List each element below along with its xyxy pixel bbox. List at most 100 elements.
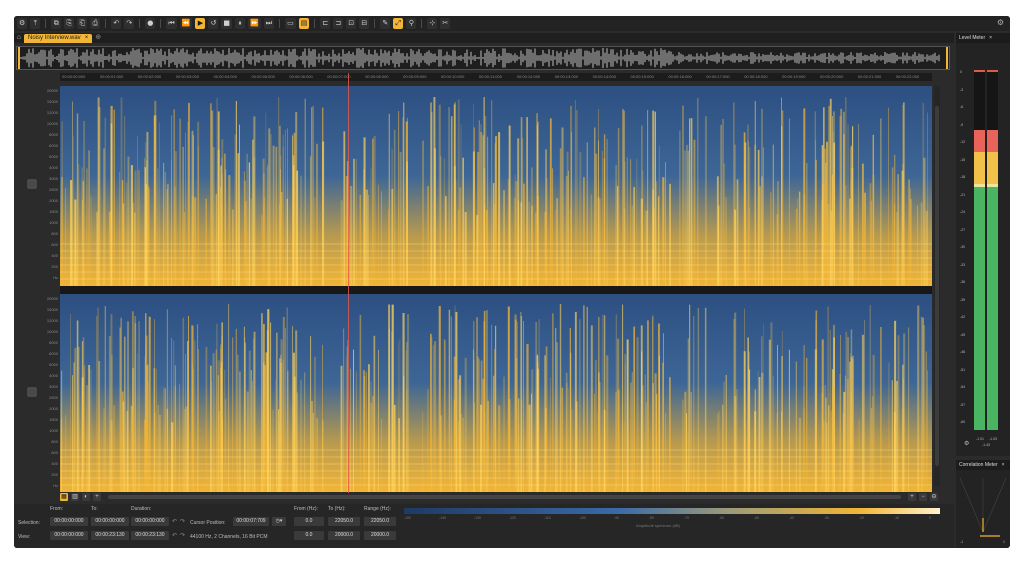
spectrogram-channel-2[interactable] [60, 294, 932, 492]
zoom-button[interactable]: ⚲ [406, 18, 417, 29]
spectral-energy-streak [96, 211, 98, 286]
select-rect-button[interactable]: ⊡ [346, 18, 357, 29]
zoom-fit-icon[interactable]: ⊖ [930, 492, 938, 501]
settings-gear-icon[interactable]: ⚙ [997, 18, 1004, 27]
spectrogram-channel-1[interactable] [60, 86, 932, 286]
resize-button[interactable]: ⤢ [393, 18, 404, 29]
waveform-view-button[interactable]: ▥ [71, 492, 79, 501]
file-tab-label: Noisy Interview.wav [28, 34, 81, 41]
frequency-axis-label: 20000 [46, 88, 58, 93]
frequency-axis-label: 2500 [49, 395, 58, 400]
undo-selection-icon[interactable]: ↶ [172, 518, 177, 525]
selection-range-hz-field[interactable]: 22050.0 [364, 517, 396, 526]
redo-button[interactable]: ↷ [124, 18, 135, 29]
view-from-field[interactable]: 00:00:00:000 [50, 531, 88, 540]
view-to-hz-field[interactable]: 20000.0 [328, 531, 360, 540]
settings-button[interactable]: ⚙ [17, 18, 28, 29]
rewind-button[interactable]: ⏪ [179, 18, 193, 29]
record-button[interactable]: ● [145, 18, 156, 29]
import-button[interactable]: ⤒ [30, 18, 41, 29]
spectral-energy-streak [754, 389, 756, 492]
view-duration-field[interactable]: 00:00:23:130 [131, 531, 169, 540]
copy-button[interactable]: ⧉ [51, 18, 62, 29]
fast-forward-button[interactable]: ⏩ [248, 18, 261, 29]
spectral-energy-streak [448, 107, 450, 286]
add-tab-icon[interactable]: ⊕ [95, 34, 103, 42]
redo-view-icon[interactable]: ↷ [180, 532, 185, 539]
channel-1-toggle-button[interactable] [27, 179, 37, 189]
pencil-button[interactable]: ✎ [380, 18, 391, 29]
paste-button[interactable]: ⎘ [64, 18, 75, 29]
level-meter-scale-label: -21 [960, 192, 966, 197]
spectral-energy-streak [270, 322, 272, 492]
contrast-icon[interactable]: ◐ [82, 492, 90, 501]
file-tab[interactable]: Noisy Interview.wav × [24, 33, 93, 43]
time-format-clock-icon[interactable]: ◷▾ [272, 517, 286, 526]
redo-selection-icon[interactable]: ↷ [180, 518, 185, 525]
close-tab-icon[interactable]: × [85, 34, 89, 43]
heal-button[interactable]: ⊹ [427, 18, 438, 29]
harmonic-band [60, 250, 932, 252]
spectral-energy-streak [310, 336, 312, 492]
view-from-hz-field[interactable]: 0.0 [294, 531, 324, 540]
horizontal-scrollbar[interactable] [108, 494, 901, 499]
vertical-scroll-thumb[interactable] [935, 106, 939, 466]
view-to-field[interactable]: 00:00:23:130 [91, 531, 129, 540]
zoom-in-horizontal-icon[interactable]: + [908, 492, 916, 501]
spectral-energy-streak [237, 153, 239, 286]
from-hz-label: From (Hz): [294, 506, 318, 512]
selection-from-hz-field[interactable]: 0.0 [294, 517, 324, 526]
selection-duration-field[interactable]: 00:00:00:000 [131, 517, 169, 526]
cut-button[interactable]: ✂ [440, 18, 451, 29]
loop-button[interactable]: ↺ [208, 18, 219, 29]
select-freq-button[interactable]: ⊐ [333, 18, 344, 29]
overview-view-end-handle[interactable] [946, 47, 948, 69]
overview-waveform-graphic [20, 48, 940, 68]
time-ruler[interactable]: 00:00:00:000 00:00:01:000 00:00:02:000 00:0… [60, 73, 932, 81]
level-meter-close-icon[interactable]: × [989, 33, 992, 43]
selection-to-hz-field[interactable]: 22050.0 [328, 517, 360, 526]
spectral-energy-streak [549, 118, 552, 286]
vertical-scrollbar[interactable] [934, 86, 940, 486]
save-button[interactable]: ⎙ [90, 18, 101, 29]
spectral-energy-streak [803, 108, 806, 286]
main-toolbar: ⚙ ⤒ ⧉ ⎘ ⎗ ⎙ ↶ ↷ ● ⏮ ⏪ ▶ ↺ ■ ⏸ ⏩ ⏭ ▭ ▤ ⊏ ⊐ ⊡ ⊟ ✎ ⤢ ⚲ ⊹ ✂ [14, 16, 1010, 31]
zoom-out-horizontal-icon[interactable]: − [919, 492, 927, 501]
overview-view-start-handle[interactable] [18, 47, 20, 69]
selection-to-field[interactable]: 00:00:00:000 [91, 517, 129, 526]
toolbar-separator [160, 19, 162, 28]
zoom-in-icon[interactable]: + [93, 492, 101, 501]
toolbar-separator [105, 19, 107, 28]
undo-view-icon[interactable]: ↶ [172, 532, 177, 539]
correlation-meter-display [959, 477, 1007, 537]
view-mode-button[interactable]: ▤ [298, 18, 310, 29]
skip-start-button[interactable]: ⏮ [166, 18, 177, 29]
channel-2-toggle-button[interactable] [27, 387, 37, 397]
spectral-energy-streak [476, 317, 478, 492]
undo-button[interactable]: ↶ [111, 18, 122, 29]
correlation-meter-close-icon[interactable]: × [1002, 460, 1005, 470]
waveform-overview[interactable] [16, 46, 950, 70]
spectral-energy-streak [124, 116, 126, 286]
frequency-axis-label: 15000 [46, 99, 58, 104]
cursor-position-field[interactable]: 00:00:07:709 [233, 517, 269, 526]
spectrogram-view-button[interactable]: ▦ [60, 492, 68, 501]
skip-end-button[interactable]: ⏭ [263, 18, 275, 29]
stop-button[interactable]: ■ [221, 18, 233, 29]
spectral-energy-streak [173, 340, 175, 492]
spectral-energy-streak [134, 323, 137, 492]
selection-from-field[interactable]: 00:00:00:000 [50, 517, 88, 526]
select-lasso-button[interactable]: ⊟ [359, 18, 370, 29]
paste-new-button[interactable]: ⎗ [77, 18, 88, 29]
pause-button[interactable]: ⏸ [235, 18, 246, 29]
level-meter-settings-icon[interactable]: ⚙ [964, 440, 969, 447]
spectral-energy-streak [891, 167, 894, 286]
spectrogram-mode-button[interactable]: ▭ [285, 18, 296, 29]
spectral-energy-streak [803, 345, 805, 492]
view-range-hz-field[interactable]: 20000.0 [364, 531, 396, 540]
home-icon[interactable]: ⌂ [14, 33, 24, 43]
select-time-button[interactable]: ⊏ [320, 18, 331, 29]
playhead-cursor[interactable] [348, 73, 349, 493]
play-button[interactable]: ▶ [195, 18, 206, 29]
spectral-energy-streak [842, 111, 845, 286]
